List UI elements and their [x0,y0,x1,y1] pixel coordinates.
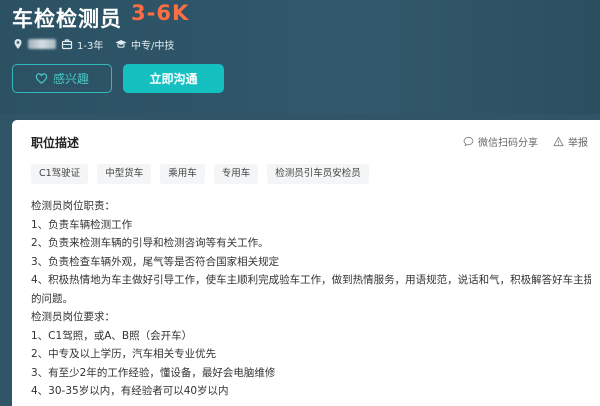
tag: 中型货车 [97,164,152,184]
chat-bubble-icon [463,136,474,147]
description-line: 的问题。 [31,292,73,305]
salary: 3-6K [131,1,190,25]
wechat-share-link[interactable]: 微信扫码分享 [463,134,538,149]
description-line: 2、中专及以上学历，汽车相关专业优先 [31,348,217,360]
job-location [12,36,56,52]
report-link[interactable]: 举报 [553,134,588,149]
description-line: 4、积极热情地为车主做好引导工作，使车主顺利完成验车工作，做到热情服务，用语规范… [31,274,591,286]
tag: C1驾驶证 [31,164,89,184]
share-label: 微信扫码分享 [478,138,538,149]
description-text: 检测员岗位职责： 1、负责车辆检测工作 2、负责来检测车辆的引导和检测咨询等有关… [31,197,591,401]
warning-icon [553,136,564,147]
job-description-card: 职位描述 微信扫码分享 举报 C1驾驶证 中型货车 乘用车 专用车 检测员引车员… [12,120,600,406]
briefcase-icon [61,39,73,50]
description-line: 检测员岗位要求： [31,311,115,323]
description-line: 3、有至少2年的工作经验，懂设备，最好会电脑维修 [31,366,276,379]
skill-tags: C1驾驶证 中型货车 乘用车 专用车 检测员引车员安检员 [31,164,378,184]
graduation-cap-icon [115,40,127,48]
location-text-blurred [28,39,56,49]
description-line: 2、负责来检测车辆的引导和检测咨询等有关工作。 [31,237,269,249]
tag: 检测员引车员安检员 [267,164,369,184]
description-line: 检测员岗位职责： [31,200,115,212]
section-title: 职位描述 [31,136,80,150]
job-experience: 1-3年 [61,36,103,52]
description-line: 1、负责车辆检测工作 [31,218,133,231]
job-education: 中专/中技 [115,36,174,52]
chat-now-button[interactable]: 立即沟通 [123,64,224,93]
description-line: 1、C1驾照，或A、B照（会开车） [31,329,193,342]
description-line: 3、负责检查车辆外观，尾气等是否符合国家相关规定 [31,255,280,268]
interest-button[interactable]: 感兴趣 [12,64,112,93]
experience-text: 1-3年 [77,40,104,52]
job-header: 车检检测员 3-6K 1-3年 中专/中技 感兴趣 立即沟通 [0,0,600,114]
heart-icon [35,73,48,84]
description-line: 4、30-35岁以内，有经验者可以40岁以内 [31,385,229,397]
report-label: 举报 [568,138,588,149]
job-title: 车检检测员 [12,7,122,31]
tag: 专用车 [213,164,259,184]
tag: 乘用车 [160,164,205,184]
interest-label: 感兴趣 [52,72,89,86]
location-icon [14,39,22,49]
education-text: 中专/中技 [131,40,175,52]
